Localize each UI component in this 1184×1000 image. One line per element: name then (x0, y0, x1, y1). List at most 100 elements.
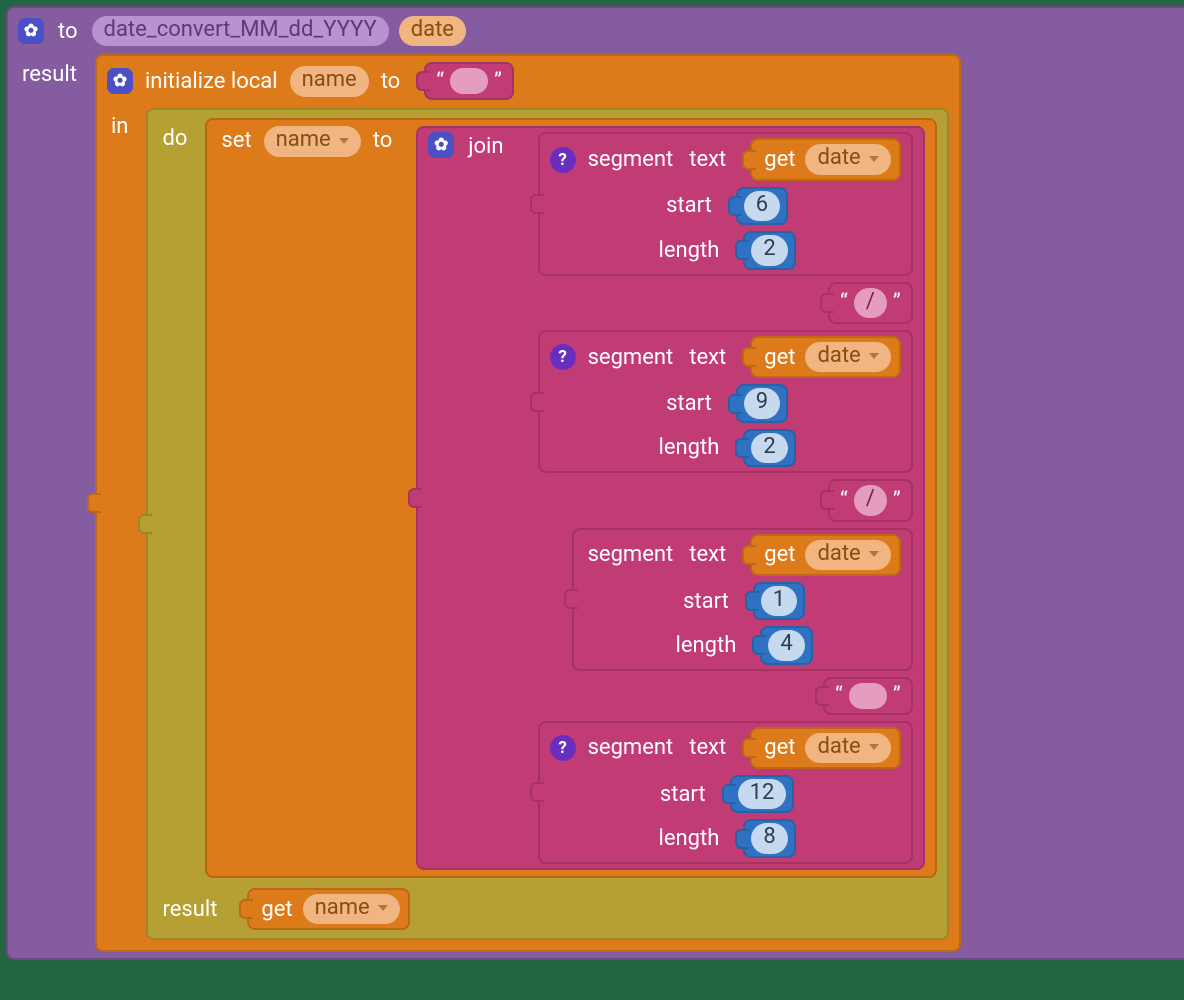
to-keyword: to (377, 67, 405, 96)
segment-keyword: segment (584, 145, 678, 174)
quote-open: “ (838, 488, 850, 513)
gear-icon[interactable]: ✿ (428, 132, 454, 158)
initialize-local-keyword: initialize local (141, 67, 282, 96)
start-arg-label: start (662, 191, 716, 220)
procedure-block[interactable]: ✿ to date_convert_MM_dd_YYYY date result… (6, 6, 1184, 960)
number-block[interactable]: 6 (736, 187, 788, 225)
join-keyword: join (464, 132, 507, 161)
get-variable-block[interactable]: getdate (750, 534, 900, 576)
number-field[interactable]: 12 (738, 779, 787, 809)
help-icon[interactable]: ? (550, 735, 576, 761)
in-label: in (107, 108, 133, 141)
get-variable-dropdown[interactable]: date (805, 342, 890, 372)
length-arg-label: length (672, 631, 741, 660)
result-label: result (158, 895, 221, 924)
do-result-block[interactable]: do set name to ✿ join (146, 108, 948, 940)
result-label: result (18, 54, 81, 89)
get-keyword: get (760, 145, 799, 174)
get-variable-dropdown[interactable]: name (303, 894, 400, 924)
join-slot: “/” (526, 282, 913, 324)
gear-icon[interactable]: ✿ (107, 68, 133, 94)
quote-open: “ (833, 683, 845, 708)
number-block[interactable]: 2 (743, 429, 795, 467)
get-keyword: get (760, 733, 799, 762)
get-keyword: get (760, 343, 799, 372)
help-icon[interactable]: ? (550, 344, 576, 370)
to-keyword: to (54, 17, 82, 46)
join-slot: ? segmenttext getdate start 6 length 2 (526, 132, 913, 275)
length-arg-label: length (655, 236, 724, 265)
get-keyword: get (760, 540, 799, 569)
text-literal-block[interactable]: “” (823, 677, 913, 715)
segment-keyword: segment (584, 540, 678, 569)
join-slot: segmenttext getdate start 1 length 4 (526, 528, 913, 671)
start-arg-label: start (656, 780, 710, 809)
number-field[interactable]: 8 (751, 823, 787, 853)
text-arg-label: text (685, 343, 730, 372)
text-literal-field[interactable] (849, 683, 887, 709)
text-arg-label: text (685, 145, 730, 174)
local-var-name-field[interactable]: name (290, 66, 369, 96)
text-literal-block[interactable]: “/” (828, 282, 913, 324)
join-slot: “/” (526, 479, 913, 521)
segment-text-block[interactable]: ? segmenttext getdate start 12 length 8 (538, 721, 913, 864)
get-variable-block[interactable]: getdate (750, 336, 900, 378)
number-block[interactable]: 1 (753, 582, 805, 620)
segment-keyword: segment (584, 343, 678, 372)
text-literal-block[interactable]: “ ” (424, 62, 514, 100)
join-slot: ? segmenttext getdate start 12 length 8 (526, 721, 913, 864)
number-block[interactable]: 12 (730, 775, 795, 813)
text-literal-field[interactable]: / (854, 288, 887, 318)
set-variable-dropdown[interactable]: name (264, 126, 361, 156)
quote-open: “ (434, 69, 446, 94)
get-variable-block[interactable]: getdate (750, 138, 900, 180)
to-keyword: to (369, 126, 397, 155)
join-slot: ? segmenttext getdate start 9 length 2 (526, 330, 913, 473)
set-variable-block[interactable]: set name to ✿ join (205, 118, 936, 877)
text-literal-field[interactable] (450, 68, 488, 94)
segment-text-block[interactable]: ? segmenttext getdate start 6 length 2 (538, 132, 913, 275)
quote-close: ” (891, 290, 903, 315)
do-label: do (158, 118, 191, 153)
help-icon[interactable]: ? (550, 147, 576, 173)
segment-keyword: segment (584, 733, 678, 762)
quote-open: “ (838, 290, 850, 315)
number-field[interactable]: 4 (768, 630, 804, 660)
text-arg-label: text (685, 733, 730, 762)
quote-close: ” (891, 683, 903, 708)
number-field[interactable]: 1 (761, 586, 797, 616)
get-keyword: get (257, 895, 296, 924)
number-block[interactable]: 9 (736, 384, 788, 422)
length-arg-label: length (655, 824, 724, 853)
length-arg-label: length (655, 433, 724, 462)
number-block[interactable]: 4 (760, 626, 812, 664)
quote-close: ” (492, 69, 504, 94)
number-block[interactable]: 8 (743, 819, 795, 857)
start-arg-label: start (679, 587, 733, 616)
procedure-name-field[interactable]: date_convert_MM_dd_YYYY (92, 16, 389, 46)
get-variable-dropdown[interactable]: date (805, 540, 890, 570)
gear-icon[interactable]: ✿ (18, 18, 44, 44)
number-field[interactable]: 2 (751, 235, 787, 265)
get-variable-dropdown[interactable]: date (805, 733, 890, 763)
get-variable-dropdown[interactable]: date (805, 144, 890, 174)
procedure-param-field[interactable]: date (399, 16, 466, 46)
segment-text-block[interactable]: ? segmenttext getdate start 9 length 2 (538, 330, 913, 473)
join-block[interactable]: ✿ join ?segmenttextgetdatestart6length2“… (416, 126, 924, 869)
quote-close: ” (891, 488, 903, 513)
set-keyword: set (217, 126, 255, 155)
get-variable-block[interactable]: get name (247, 888, 409, 930)
text-literal-block[interactable]: “/” (828, 479, 913, 521)
join-items: ?segmenttextgetdatestart6length2“/”?segm… (526, 132, 913, 863)
number-block[interactable]: 2 (743, 231, 795, 269)
number-field[interactable]: 9 (744, 388, 780, 418)
number-field[interactable]: 6 (744, 191, 780, 221)
text-arg-label: text (685, 540, 730, 569)
get-variable-block[interactable]: getdate (750, 727, 900, 769)
initialize-local-block[interactable]: ✿ initialize local name to “ ” in (95, 54, 961, 952)
segment-text-block[interactable]: segmenttext getdate start 1 length 4 (572, 528, 913, 671)
text-literal-field[interactable]: / (854, 485, 887, 515)
number-field[interactable]: 2 (751, 433, 787, 463)
start-arg-label: start (662, 389, 716, 418)
join-slot: “” (526, 677, 913, 715)
